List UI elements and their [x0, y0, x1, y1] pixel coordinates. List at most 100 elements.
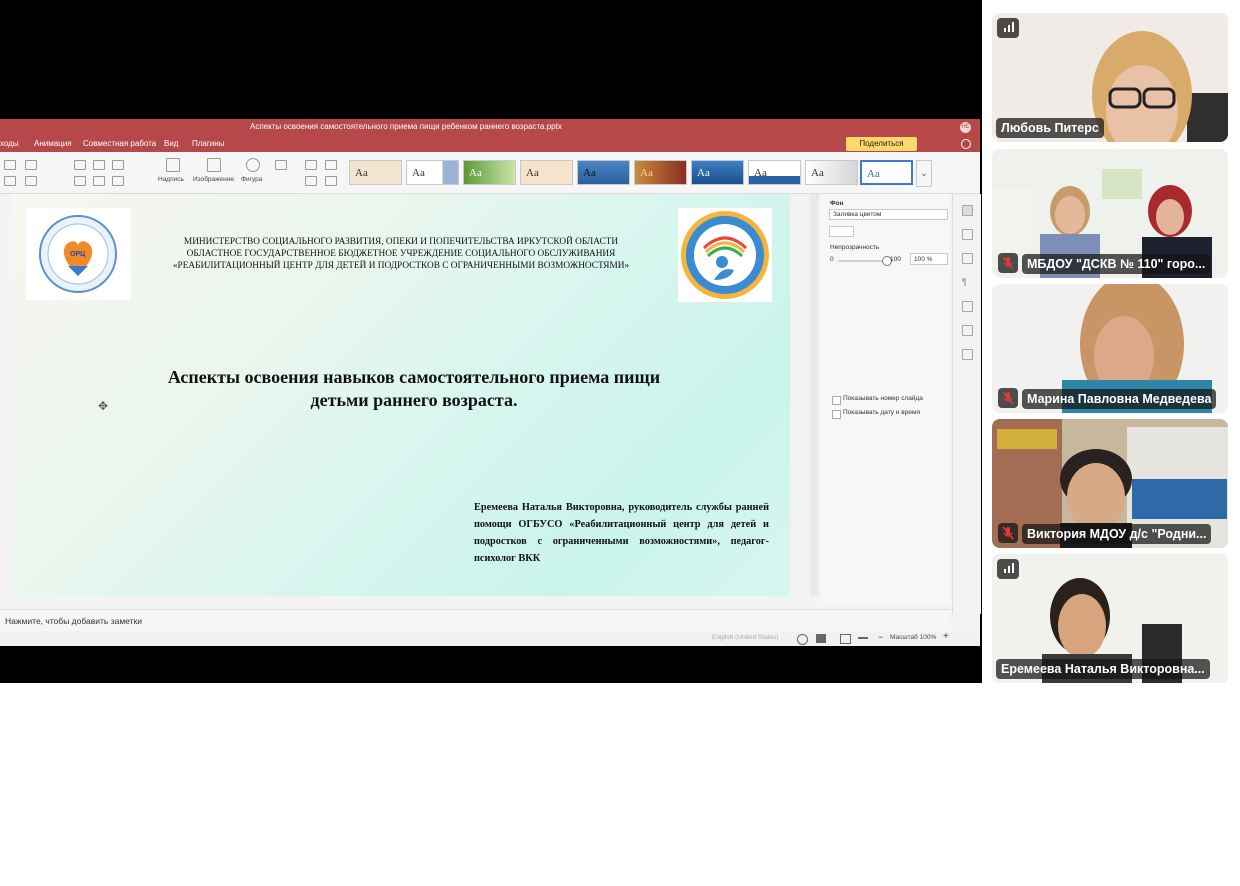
clear-format-icon[interactable] — [305, 160, 317, 170]
date-time-label: Показывать дату и время — [843, 409, 920, 416]
title-line-1: Аспекты освоения навыков самостоятельног… — [167, 367, 661, 387]
font-size-icon[interactable] — [4, 160, 16, 170]
slide-canvas[interactable]: ОРЦ МИНИСТЕРСТВО СОЦИАЛЬНОГО РАЗВИТИЯ, О… — [12, 194, 790, 596]
opacity-label: Непрозрачность — [830, 244, 880, 251]
shared-screen-area: Аспекты освоения самостоятельного приема… — [0, 0, 982, 683]
status-bar: English (United States) − Масштаб 100% + — [0, 631, 980, 646]
align-left-icon[interactable] — [74, 176, 86, 186]
slide-scrollbar[interactable] — [810, 194, 819, 596]
track-changes-icon[interactable] — [816, 634, 826, 643]
shape-label[interactable]: Фигура — [241, 176, 262, 183]
opacity-slider-track[interactable] — [838, 260, 886, 262]
author-text[interactable]: Еремеева Наталья Викторовна, руководител… — [474, 499, 769, 567]
chart-settings-icon[interactable] — [962, 325, 973, 336]
participant-name: Марина Павловна Медведева — [1022, 389, 1217, 409]
search-icon[interactable] — [961, 139, 971, 149]
zoom-in-icon[interactable]: + — [943, 631, 949, 642]
participant-name: МБДОУ "ДСКВ № 110" горо... — [1022, 254, 1211, 274]
font-grow-icon[interactable] — [25, 160, 37, 170]
spellcheck-globe-icon[interactable] — [797, 634, 808, 645]
menu-transitions[interactable]: ходы — [0, 139, 19, 148]
participant-tile-5-active[interactable]: Еремеева Наталья Викторовна... — [992, 554, 1228, 683]
organization-header: МИНИСТЕРСТВО СОЦИАЛЬНОГО РАЗВИТИЯ, ОПЕКИ… — [12, 236, 790, 272]
org-line-1: МИНИСТЕРСТВО СОЦИАЛЬНОГО РАЗВИТИЯ, ОПЕКИ… — [183, 237, 619, 247]
org-line-2: ОБЛАСТНОЕ ГОСУДАРСТВЕННОЕ БЮДЖЕТНОЕ УЧРЕ… — [186, 249, 616, 259]
theme-3[interactable]: Aa — [463, 160, 516, 185]
zoom-level: Масштаб 100% — [890, 634, 937, 641]
format-painter-icon[interactable] — [305, 176, 317, 186]
text-box-icon[interactable] — [166, 158, 180, 172]
text-highlight-icon[interactable] — [4, 176, 16, 186]
slide-settings-pane: Фон Заливка цветом Непрозрачность 0 100 … — [820, 194, 950, 604]
menu-view[interactable]: Вид — [164, 139, 178, 148]
menu-animation[interactable]: Анимация — [34, 139, 72, 148]
paragraph-icon[interactable]: ¶ — [962, 277, 971, 287]
participant-name: Виктория МДОУ д/с "Родни... — [1022, 524, 1212, 544]
participant-name: Любовь Питерс — [996, 118, 1104, 138]
opacity-input[interactable]: 100 % — [910, 253, 948, 265]
bullets-icon[interactable] — [74, 160, 86, 170]
fill-icon[interactable] — [325, 160, 337, 170]
shape-settings-icon[interactable] — [962, 229, 973, 240]
fill-color-picker[interactable] — [829, 226, 854, 237]
audio-level-icon — [997, 559, 1019, 579]
user-avatar[interactable]: НЕ — [960, 122, 971, 133]
mic-muted-icon — [998, 523, 1018, 543]
background-label: Фон — [830, 200, 844, 207]
indent-icon[interactable] — [112, 160, 124, 170]
menu-bar: ходы Анимация Совместная работа Вид Плаг… — [0, 136, 980, 152]
menu-plugins[interactable]: Плагины — [192, 139, 224, 148]
image-icon[interactable] — [207, 158, 221, 172]
align-center-icon[interactable] — [93, 176, 105, 186]
text-box-label[interactable]: Надпись — [158, 176, 184, 183]
audio-level-icon — [997, 18, 1019, 38]
document-title: Аспекты освоения самостоятельного приема… — [250, 122, 562, 131]
font-color-icon[interactable] — [25, 176, 37, 186]
opacity-min: 0 — [830, 256, 834, 263]
table-settings-icon[interactable] — [962, 301, 973, 312]
notes-area[interactable]: Нажмите, чтобы добавить заметки — [0, 609, 950, 632]
theme-5[interactable]: Aa — [577, 160, 630, 185]
themes-more-chevron-icon[interactable]: ⌄ — [916, 160, 932, 187]
fit-slide-icon[interactable] — [840, 634, 851, 644]
org-line-3: «РЕАБИЛИТАЦИОННЫЙ ЦЕНТР ДЛЯ ДЕТЕЙ И ПОДР… — [172, 261, 630, 271]
share-label: Поделиться — [859, 139, 904, 148]
theme-4[interactable]: Aa — [520, 160, 573, 185]
theme-2[interactable]: Aa — [406, 160, 459, 185]
fit-width-icon[interactable] — [858, 637, 868, 639]
theme-7[interactable]: Aa — [691, 160, 744, 185]
participant-tile-1[interactable]: Любовь Питерс — [992, 13, 1228, 142]
slide-number-label: Показывать номер слайда — [843, 395, 923, 402]
participant-name: Еремеева Наталья Викторовна... — [996, 659, 1210, 679]
slide-title[interactable]: Аспекты освоения навыков самостоятельног… — [92, 366, 736, 412]
image-settings-icon[interactable] — [962, 253, 973, 264]
mic-muted-icon — [998, 388, 1018, 408]
date-time-checkbox[interactable] — [832, 410, 841, 419]
participant-tile-4[interactable]: Виктория МДОУ д/с "Родни... — [992, 419, 1228, 548]
menu-collaboration[interactable]: Совместная работа — [83, 139, 156, 148]
theme-6[interactable]: Aa — [634, 160, 687, 185]
theme-9[interactable]: Aa — [805, 160, 858, 185]
participant-tile-2[interactable]: МБДОУ "ДСКВ № 110" горо... — [992, 149, 1228, 278]
theme-10-selected[interactable]: Aa — [860, 160, 913, 185]
theme-1[interactable]: Aa — [349, 160, 402, 185]
ribbon-toolbar: Надпись Изображение Фигура Aa Aa Aa Aa A… — [0, 152, 980, 194]
share-button[interactable]: Поделиться — [846, 137, 917, 151]
language-indicator[interactable]: English (United States) — [712, 634, 778, 641]
theme-8[interactable]: Aa — [748, 160, 801, 185]
zoom-out-icon[interactable]: − — [878, 632, 883, 642]
image-label[interactable]: Изображение — [193, 176, 234, 183]
numbering-icon[interactable] — [93, 160, 105, 170]
participant-tile-3[interactable]: Марина Павловна Медведева — [992, 284, 1228, 413]
text-art-icon[interactable] — [962, 349, 973, 360]
title-line-2: детьми раннего возраста. — [310, 390, 518, 410]
line-spacing-icon[interactable] — [112, 176, 124, 186]
outline-icon[interactable] — [325, 176, 337, 186]
slide-settings-icon[interactable] — [962, 205, 973, 216]
shape-icon[interactable] — [246, 158, 260, 172]
slide-number-checkbox[interactable] — [832, 396, 841, 405]
fill-type-select[interactable]: Заливка цветом — [829, 209, 948, 220]
opacity-max: 100 — [890, 256, 901, 263]
arrange-icon[interactable] — [275, 160, 287, 170]
presentation-editor-window: Аспекты освоения самостоятельного приема… — [0, 119, 981, 646]
